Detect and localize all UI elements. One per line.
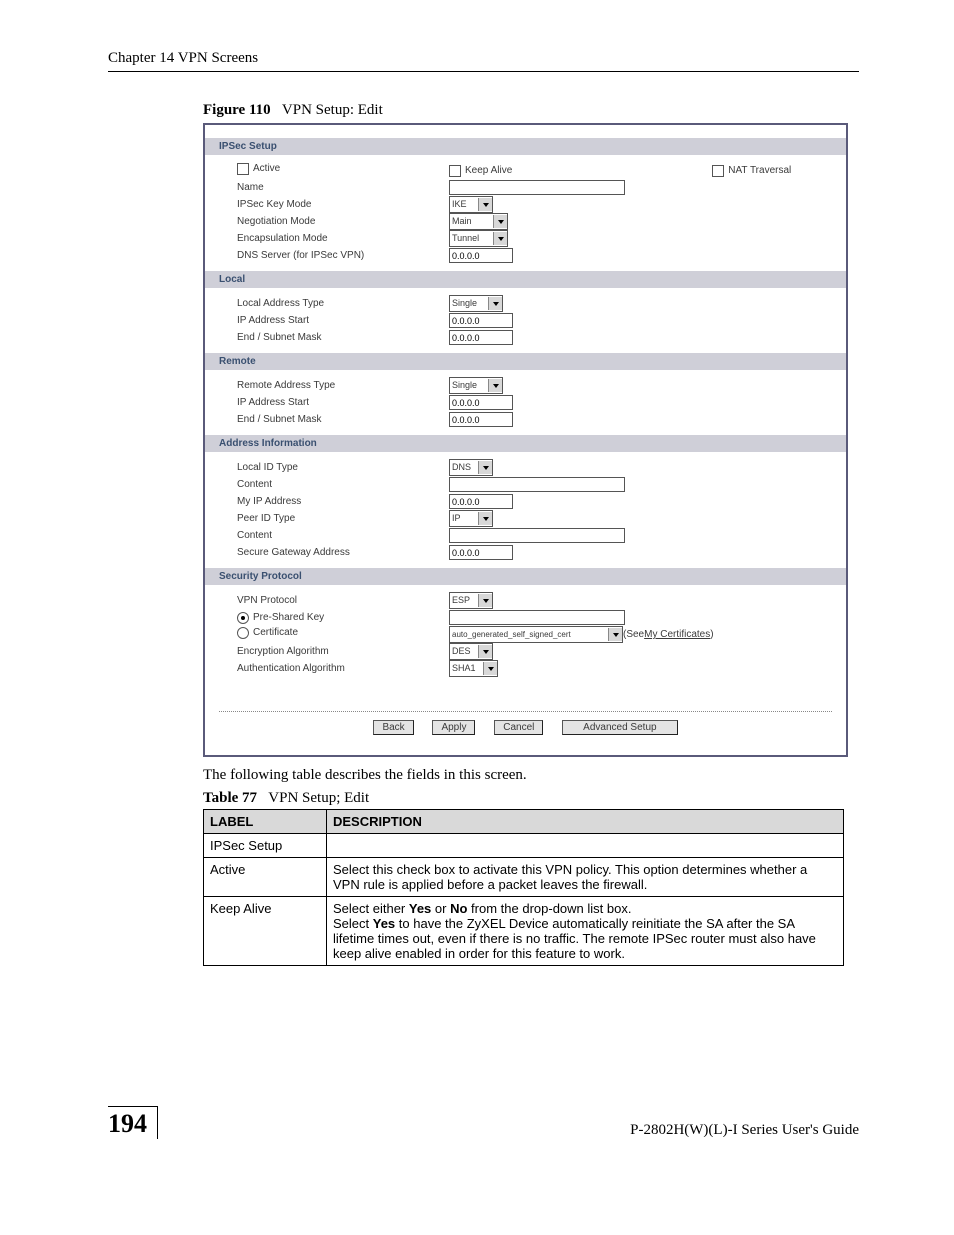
name-label: Name bbox=[237, 179, 449, 196]
peer-id-type-select[interactable]: IP bbox=[449, 510, 493, 527]
encapsulation-mode-select[interactable]: Tunnel bbox=[449, 230, 508, 247]
remote-address-type-select[interactable]: Single bbox=[449, 377, 503, 394]
apply-button[interactable]: Apply bbox=[432, 720, 475, 735]
auth-alg-select[interactable]: SHA1 bbox=[449, 660, 498, 677]
secure-gw-input[interactable] bbox=[449, 545, 513, 560]
chevron-down-icon bbox=[478, 198, 492, 211]
description-table: LABEL DESCRIPTION IPSec Setup Active Sel… bbox=[203, 809, 844, 966]
ipsec-key-mode-label: IPSec Key Mode bbox=[237, 196, 449, 213]
psk-input[interactable] bbox=[449, 610, 625, 625]
table-title: VPN Setup; Edit bbox=[268, 790, 369, 806]
chevron-down-icon bbox=[478, 461, 492, 474]
remote-ip-start-input[interactable] bbox=[449, 395, 513, 410]
chevron-down-icon bbox=[478, 645, 492, 658]
remote-end-mask-input[interactable] bbox=[449, 412, 513, 427]
figure-caption: Figure 110 VPN Setup: Edit bbox=[203, 102, 859, 119]
dns-server-label: DNS Server (for IPSec VPN) bbox=[237, 247, 449, 264]
vpn-protocol-label: VPN Protocol bbox=[237, 592, 449, 609]
local-ip-start-label: IP Address Start bbox=[237, 312, 449, 329]
table-row: Keep Alive Select either Yes or No from … bbox=[204, 897, 844, 966]
vpn-setup-screenshot: IPSec Setup Active Keep Alive NAT Traver… bbox=[203, 123, 848, 757]
table-caption: Table 77 VPN Setup; Edit bbox=[203, 790, 859, 807]
th-label: LABEL bbox=[204, 810, 327, 834]
local-id-type-select[interactable]: DNS bbox=[449, 459, 493, 476]
negotiation-mode-label: Negotiation Mode bbox=[237, 213, 449, 230]
figure-title: VPN Setup: Edit bbox=[282, 102, 383, 118]
chevron-down-icon bbox=[488, 297, 502, 310]
chevron-down-icon bbox=[608, 628, 622, 641]
section-remote: Remote bbox=[205, 353, 846, 370]
content2-input[interactable] bbox=[449, 528, 625, 543]
cert-see-text: (See bbox=[623, 626, 644, 643]
section-local: Local bbox=[205, 271, 846, 288]
cert-radio[interactable]: Certificate bbox=[237, 624, 298, 641]
local-address-type-label: Local Address Type bbox=[237, 295, 449, 312]
my-certificates-link[interactable]: My Certificates bbox=[644, 626, 710, 643]
my-ip-label: My IP Address bbox=[237, 493, 449, 510]
enc-alg-label: Encryption Algorithm bbox=[237, 643, 449, 660]
cert-close-text: ) bbox=[710, 626, 713, 643]
auth-alg-label: Authentication Algorithm bbox=[237, 660, 449, 677]
name-input[interactable] bbox=[449, 180, 625, 195]
remote-end-mask-label: End / Subnet Mask bbox=[237, 411, 449, 428]
secure-gw-label: Secure Gateway Address bbox=[237, 544, 449, 561]
remote-ip-start-label: IP Address Start bbox=[237, 394, 449, 411]
local-id-type-label: Local ID Type bbox=[237, 459, 449, 476]
figure-label: Figure 110 bbox=[203, 102, 271, 118]
chevron-down-icon bbox=[493, 215, 507, 228]
page-number: 194 bbox=[108, 1106, 158, 1139]
chevron-down-icon bbox=[478, 594, 492, 607]
local-address-type-select[interactable]: Single bbox=[449, 295, 503, 312]
table-row: IPSec Setup bbox=[204, 834, 844, 858]
my-ip-input[interactable] bbox=[449, 494, 513, 509]
cancel-button[interactable]: Cancel bbox=[494, 720, 543, 735]
local-end-mask-input[interactable] bbox=[449, 330, 513, 345]
negotiation-mode-select[interactable]: Main bbox=[449, 213, 508, 230]
advanced-setup-button[interactable]: Advanced Setup bbox=[562, 720, 677, 735]
active-checkbox[interactable]: Active bbox=[237, 160, 280, 177]
section-address-info: Address Information bbox=[205, 435, 846, 452]
content2-label: Content bbox=[237, 527, 449, 544]
content1-input[interactable] bbox=[449, 477, 625, 492]
chevron-down-icon bbox=[488, 379, 502, 392]
section-ipsec-setup: IPSec Setup bbox=[205, 138, 846, 155]
header-rule bbox=[108, 71, 859, 72]
chapter-header: Chapter 14 VPN Screens bbox=[108, 50, 859, 67]
nat-traversal-checkbox[interactable]: NAT Traversal bbox=[712, 162, 791, 179]
remote-address-type-label: Remote Address Type bbox=[237, 377, 449, 394]
keep-alive-checkbox[interactable]: Keep Alive bbox=[449, 162, 512, 179]
local-ip-start-input[interactable] bbox=[449, 313, 513, 328]
guide-name: P-2802H(W)(L)-I Series User's Guide bbox=[630, 1122, 859, 1139]
body-text: The following table describes the fields… bbox=[203, 767, 859, 784]
chevron-down-icon bbox=[483, 662, 497, 675]
table-row: Active Select this check box to activate… bbox=[204, 858, 844, 897]
button-row: Back Apply Cancel Advanced Setup bbox=[219, 711, 832, 735]
table-label: Table 77 bbox=[203, 790, 257, 806]
chevron-down-icon bbox=[493, 232, 507, 245]
dns-server-input[interactable] bbox=[449, 248, 513, 263]
back-button[interactable]: Back bbox=[373, 720, 413, 735]
encapsulation-mode-label: Encapsulation Mode bbox=[237, 230, 449, 247]
ipsec-key-mode-select[interactable]: IKE bbox=[449, 196, 493, 213]
chevron-down-icon bbox=[478, 512, 492, 525]
local-end-mask-label: End / Subnet Mask bbox=[237, 329, 449, 346]
vpn-protocol-select[interactable]: ESP bbox=[449, 592, 493, 609]
peer-id-type-label: Peer ID Type bbox=[237, 510, 449, 527]
enc-alg-select[interactable]: DES bbox=[449, 643, 493, 660]
content1-label: Content bbox=[237, 476, 449, 493]
th-description: DESCRIPTION bbox=[327, 810, 844, 834]
certificate-select[interactable]: auto_generated_self_signed_cert bbox=[449, 626, 623, 643]
section-security-protocol: Security Protocol bbox=[205, 568, 846, 585]
